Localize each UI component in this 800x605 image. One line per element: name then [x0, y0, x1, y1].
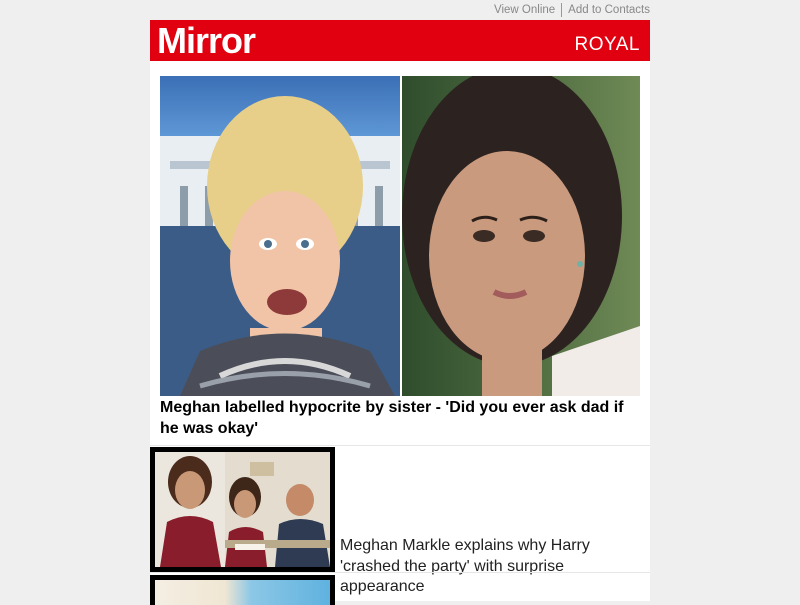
story-thumbnail-image [155, 452, 330, 567]
next-story-thumbnail[interactable] [150, 575, 335, 605]
lead-image-right-panel [402, 76, 640, 396]
content-area: Meghan labelled hypocrite by sister - 'D… [150, 61, 650, 601]
lead-image-left-panel [160, 76, 400, 396]
section-label: ROYAL [574, 34, 640, 55]
add-to-contacts-link[interactable]: Add to Contacts [568, 4, 650, 16]
portrait-blonde-woman-graphic [160, 96, 400, 396]
lead-story-headline[interactable]: Meghan labelled hypocrite by sister - 'D… [160, 397, 640, 439]
view-online-link[interactable]: View Online [494, 4, 555, 16]
header-link-divider [561, 3, 563, 17]
story-item[interactable]: Meghan Markle explains why Harry 'crashe… [150, 446, 650, 595]
header-links: View Online Add to Contacts [150, 0, 650, 20]
story-divider-2 [150, 572, 650, 573]
email-container: View Online Add to Contacts Mirror ROYAL [150, 0, 650, 605]
story-thumbnail[interactable] [150, 447, 335, 572]
portrait-dark-haired-woman-graphic [402, 76, 640, 396]
story-title[interactable]: Meghan Markle explains why Harry 'crashe… [340, 536, 630, 598]
masthead: Mirror ROYAL [150, 20, 650, 61]
next-story-thumbnail-image [155, 580, 330, 605]
mirror-logo[interactable]: Mirror [157, 22, 256, 60]
lead-story-image[interactable] [160, 76, 640, 396]
photo-collage-graphic [155, 452, 330, 567]
